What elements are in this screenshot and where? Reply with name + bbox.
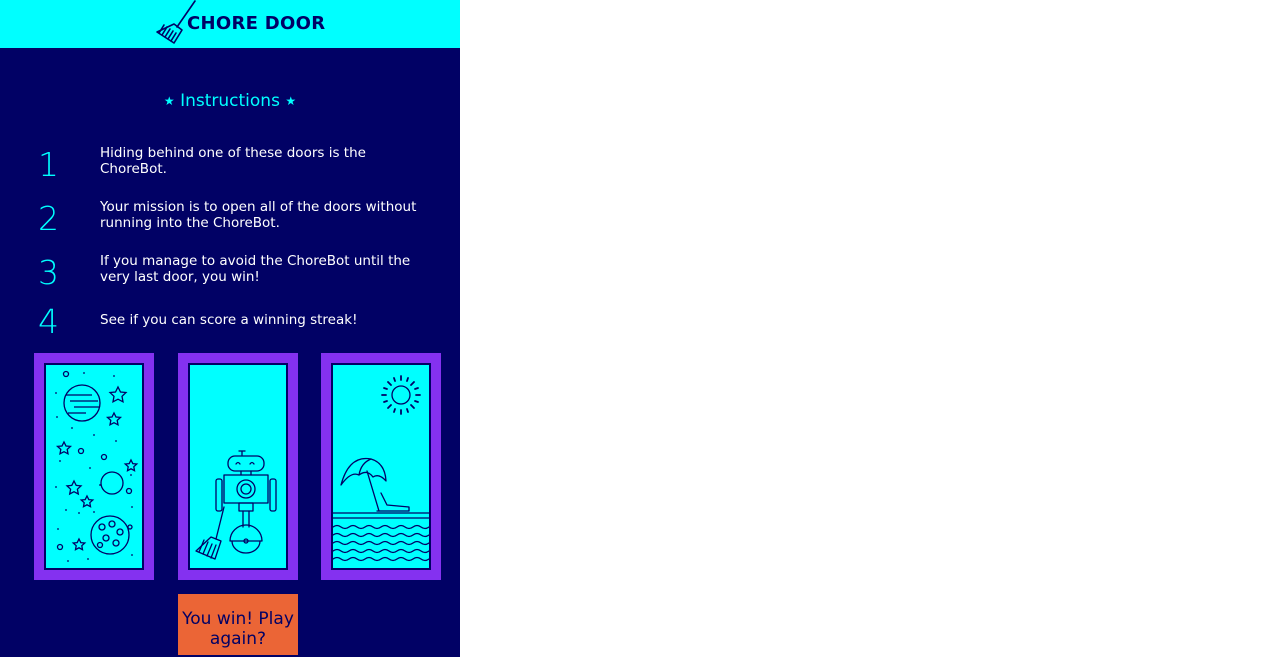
door-panel — [44, 363, 144, 570]
beach-icon — [333, 375, 429, 562]
play-again-button[interactable]: You win! Play again? — [178, 594, 298, 655]
instruction-text: Hiding behind one of these doors is the … — [100, 145, 366, 177]
door-1[interactable] — [34, 353, 154, 580]
instruction-number: 2 — [38, 199, 59, 238]
game-container: CHORE DOOR ★ Instructions ★ 1 Hiding beh… — [0, 0, 460, 657]
star-icon: ★ — [163, 94, 175, 108]
instruction-number: 4 — [38, 302, 59, 341]
instructions-heading: ★ Instructions ★ — [0, 91, 460, 111]
door-panel — [188, 363, 288, 570]
door-3[interactable] — [321, 353, 441, 580]
door-panel — [331, 363, 431, 570]
instructions-title: Instructions — [180, 91, 280, 111]
instruction-text: If you manage to avoid the ChoreBot unti… — [100, 253, 411, 285]
instruction-text: See if you can score a winning streak! — [100, 312, 358, 328]
robot-icon — [195, 450, 277, 560]
instruction-number: 3 — [38, 253, 59, 292]
page-title: CHORE DOOR — [187, 13, 326, 34]
star-icon: ★ — [285, 94, 297, 108]
door-2[interactable] — [178, 353, 298, 580]
header: CHORE DOOR — [0, 0, 460, 48]
instruction-number: 1 — [38, 145, 59, 184]
space-icon — [55, 370, 139, 562]
instruction-text: Your mission is to open all of the doors… — [100, 199, 417, 231]
